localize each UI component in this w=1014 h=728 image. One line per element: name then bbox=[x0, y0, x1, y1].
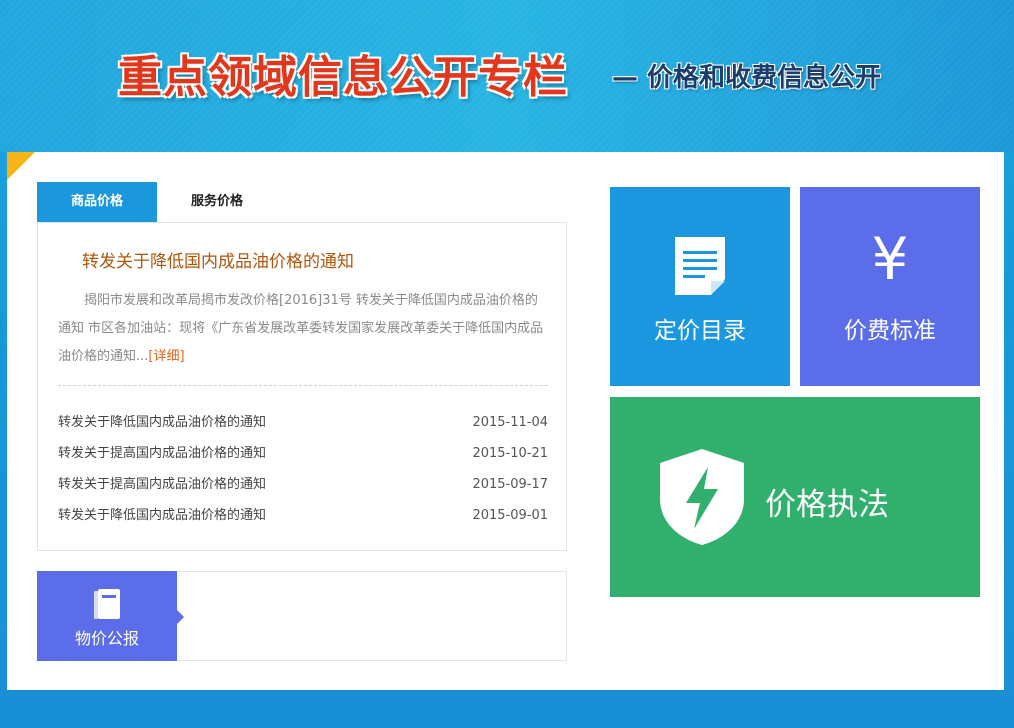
read-more-link[interactable]: [详细] bbox=[148, 349, 184, 364]
tab-goods-price[interactable]: 商品价格 bbox=[37, 182, 157, 222]
tile-pricing-label: 定价目录 bbox=[654, 318, 746, 344]
news-item[interactable]: 转发关于降低国内成品油价格的通知 2015-11-04 bbox=[58, 407, 548, 438]
bulletin-label: 物价公报 bbox=[74, 629, 139, 648]
tile-pricing-catalog[interactable]: 定价目录 bbox=[610, 187, 790, 386]
divider bbox=[58, 385, 548, 386]
footer-strip bbox=[0, 690, 1014, 728]
news-item-title[interactable]: 转发关于降低国内成品油价格的通知 bbox=[58, 500, 266, 531]
banner-title: 重点领域信息公开专栏 bbox=[118, 52, 568, 103]
tab-service-price[interactable]: 服务价格 bbox=[157, 182, 277, 222]
book-icon bbox=[94, 589, 120, 619]
tile-law-label: 价格执法 bbox=[765, 487, 889, 523]
featured-news-summary: 揭阳市发展和改革局揭市发改价格[2016]31号 转发关于降低国内成品油价格的通… bbox=[58, 287, 548, 371]
news-list: 转发关于降低国内成品油价格的通知 2015-11-04 转发关于提高国内成品油价格… bbox=[58, 407, 548, 531]
news-item-date: 2015-11-04 bbox=[472, 415, 548, 430]
header-banner: 重点领域信息公开专栏 — 价格和收费信息公开 bbox=[0, 0, 1014, 152]
document-icon bbox=[675, 237, 725, 295]
news-item-title[interactable]: 转发关于降低国内成品油价格的通知 bbox=[58, 407, 266, 438]
news-item-date: 2015-09-01 bbox=[472, 508, 548, 523]
news-item-date: 2015-10-21 bbox=[472, 446, 548, 461]
news-panel: 转发关于降低国内成品油价格的通知 揭阳市发展和改革局揭市发改价格[2016]31… bbox=[37, 222, 567, 551]
featured-news-title[interactable]: 转发关于降低国内成品油价格的通知 bbox=[82, 247, 354, 272]
price-bulletin-button[interactable]: 物价公报 bbox=[37, 571, 184, 661]
news-item-title[interactable]: 转发关于提高国内成品油价格的通知 bbox=[58, 469, 266, 500]
news-item[interactable]: 转发关于提高国内成品油价格的通知 2015-09-17 bbox=[58, 469, 548, 500]
news-item-date: 2015-09-17 bbox=[472, 477, 548, 492]
yen-icon: ¥ bbox=[871, 225, 909, 293]
tile-fee-standards[interactable]: ¥ 价费标准 bbox=[800, 187, 980, 386]
featured-summary-text: 揭阳市发展和改革局揭市发改价格[2016]31号 转发关于降低国内成品油价格的通… bbox=[58, 293, 544, 364]
tile-fees-label: 价费标准 bbox=[844, 318, 936, 344]
news-item[interactable]: 转发关于降低国内成品油价格的通知 2015-09-01 bbox=[58, 500, 548, 531]
corner-decoration bbox=[7, 152, 35, 180]
price-tabs: 商品价格 服务价格 bbox=[37, 182, 567, 222]
tile-price-enforcement[interactable]: 价格执法 bbox=[610, 397, 980, 597]
news-item-title[interactable]: 转发关于提高国内成品油价格的通知 bbox=[58, 438, 266, 469]
shield-lightning-icon bbox=[660, 449, 744, 545]
news-item[interactable]: 转发关于提高国内成品油价格的通知 2015-10-21 bbox=[58, 438, 548, 469]
banner-subtitle: — 价格和收费信息公开 bbox=[612, 63, 882, 93]
